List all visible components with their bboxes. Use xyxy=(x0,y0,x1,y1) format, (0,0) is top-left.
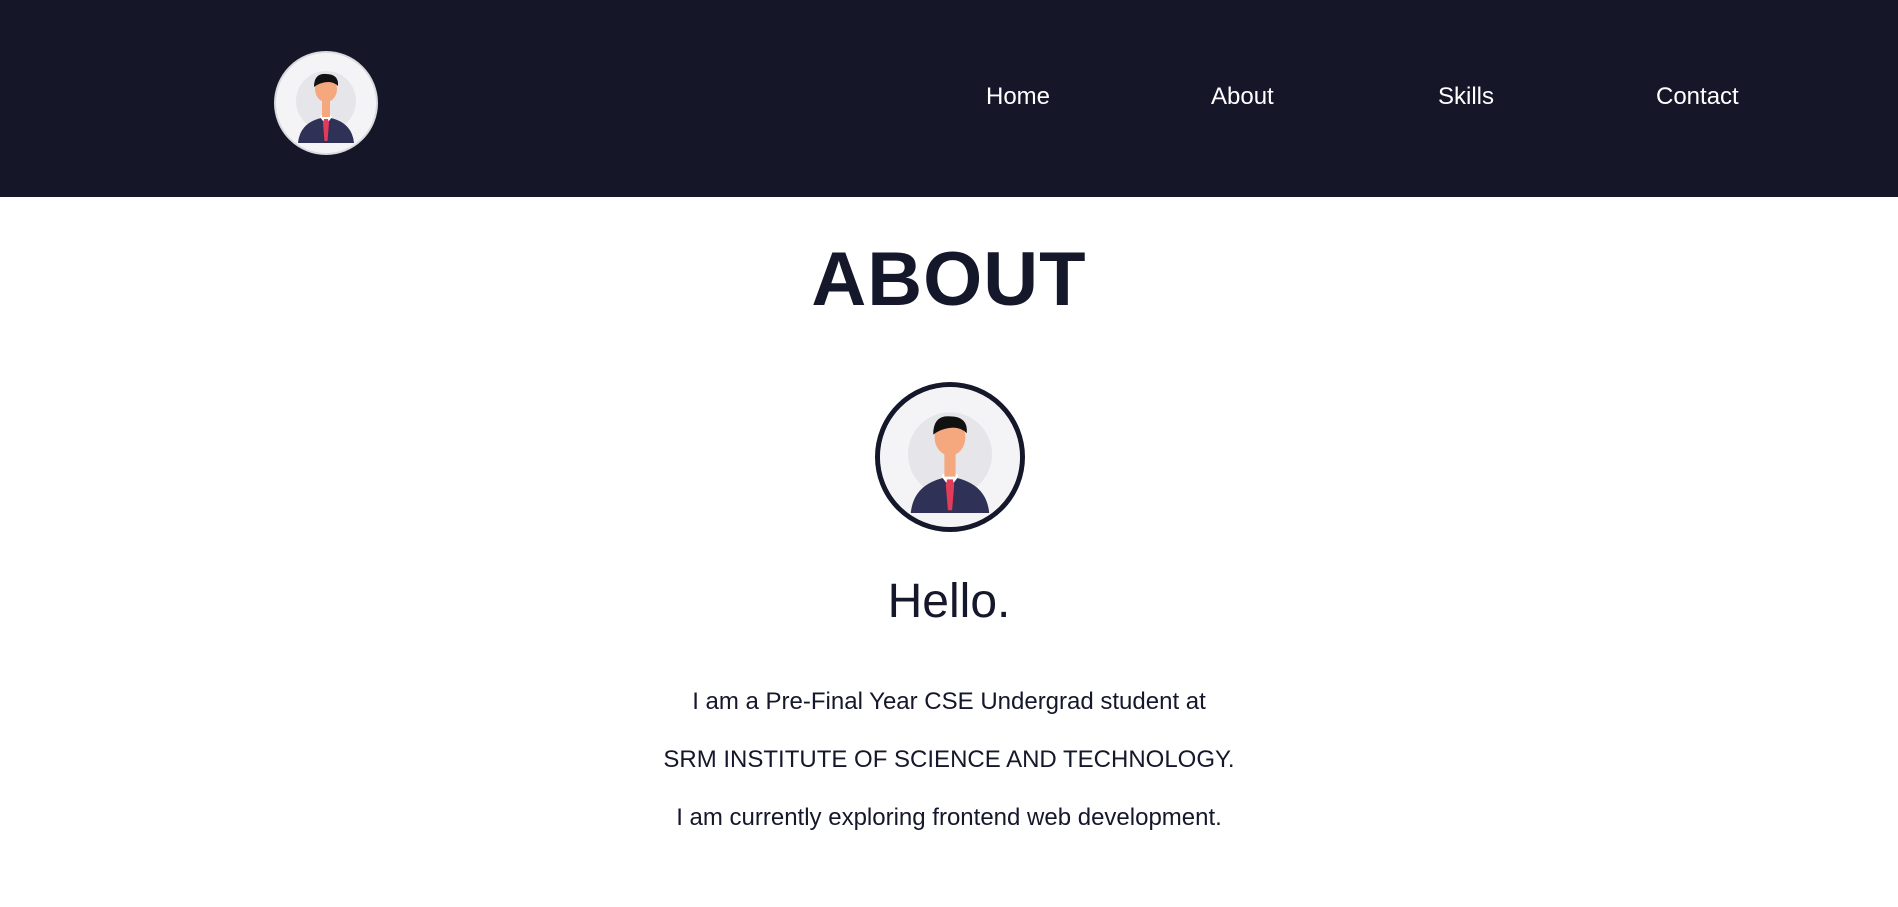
avatar-icon xyxy=(276,53,376,153)
avatar-icon xyxy=(880,387,1020,527)
greeting-heading: Hello. xyxy=(887,575,1011,628)
page-title: ABOUT xyxy=(811,237,1087,322)
avatar-logo[interactable] xyxy=(274,51,378,155)
nav-about-link[interactable]: About xyxy=(1211,80,1274,114)
profile-portrait xyxy=(875,382,1025,532)
nav-contact-link[interactable]: Contact xyxy=(1656,80,1739,114)
bio-line: SRM INSTITUTE OF SCIENCE AND TECHNOLOGY. xyxy=(663,746,1235,773)
bio-line: I am a Pre-Final Year CSE Undergrad stud… xyxy=(692,688,1206,715)
bio-line: I am currently exploring frontend web de… xyxy=(676,804,1222,831)
nav-home-link[interactable]: Home xyxy=(986,80,1050,114)
site-header: Home About Skills Contact xyxy=(0,0,1898,197)
nav-skills-link[interactable]: Skills xyxy=(1438,80,1494,114)
